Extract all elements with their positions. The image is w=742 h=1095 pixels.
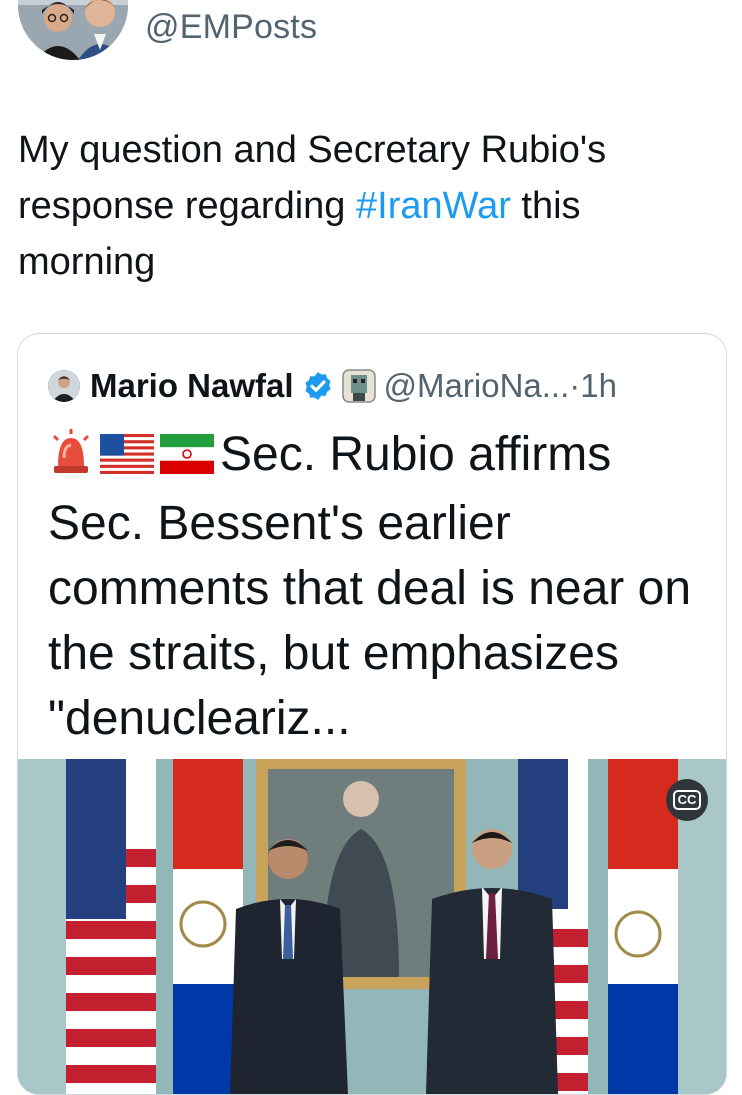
quoted-tweet-body: Sec. Rubio affirms Sec. Bessent's earlie… bbox=[48, 422, 708, 751]
quoted-author-avatar[interactable] bbox=[48, 370, 80, 402]
quoted-tweet-header: Mario Nawfal @MarioNa...·1h bbox=[48, 364, 708, 408]
cc-icon: CC bbox=[672, 790, 702, 810]
tweet-body: My question and Secretary Rubio's respon… bbox=[18, 122, 718, 290]
author-avatar[interactable] bbox=[18, 0, 128, 60]
closed-captions-button[interactable]: CC bbox=[666, 779, 708, 821]
video-frame-image bbox=[18, 759, 726, 1094]
rotating-light-icon bbox=[48, 426, 94, 491]
us-flag-icon bbox=[100, 426, 154, 491]
author-handle[interactable]: @EMPosts bbox=[145, 8, 317, 47]
verified-badge-icon bbox=[305, 372, 331, 400]
quoted-author-name[interactable]: Mario Nawfal bbox=[90, 367, 294, 405]
iran-flag-icon bbox=[160, 426, 214, 491]
hashtag-link[interactable]: #IranWar bbox=[356, 185, 511, 227]
quoted-tweet-card[interactable]: Mario Nawfal @MarioNa...·1h Sec. Rubio a… bbox=[17, 333, 727, 1095]
affiliate-badge-icon bbox=[341, 369, 376, 403]
video-thumbnail[interactable]: CC bbox=[18, 759, 726, 1094]
quoted-handle-time: @MarioNa...·1h bbox=[383, 367, 617, 404]
tweet-header: @EMPosts bbox=[0, 0, 742, 70]
